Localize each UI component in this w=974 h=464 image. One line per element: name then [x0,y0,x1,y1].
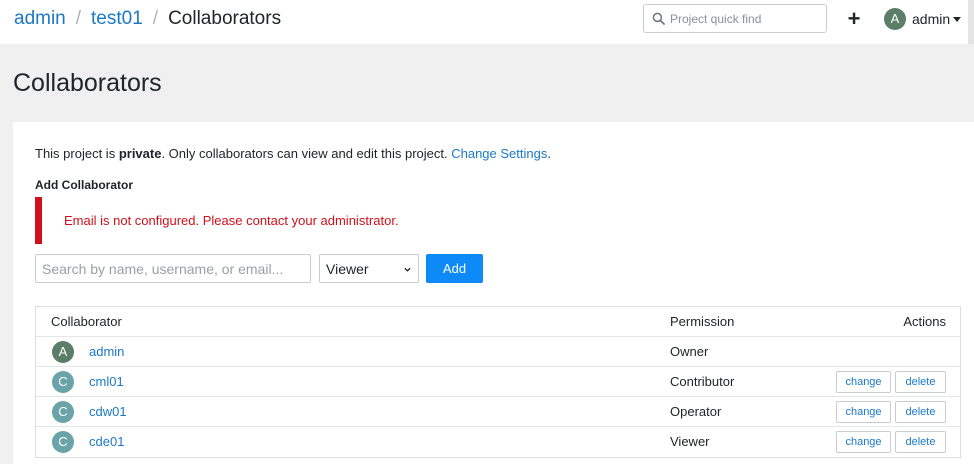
privacy-notice: This project is private. Only collaborat… [35,146,551,162]
privacy-suffix: . [547,146,551,161]
table-row: A admin Owner [36,337,960,367]
privacy-status: private [118,146,162,161]
user-menu-toggle[interactable]: A admin [884,7,962,31]
permission-value: Operator [670,404,722,419]
alert-bar [35,197,42,244]
table-header: Collaborator Permission Actions [36,307,960,337]
table-row: C cml01 Contributor change delete [36,367,960,397]
search-icon [652,12,665,25]
add-collaborator-heading: Add Collaborator [35,178,133,192]
quick-find-input[interactable] [670,8,820,29]
delete-button[interactable]: delete [895,431,946,453]
avatar: A [884,8,906,30]
delete-button[interactable]: delete [895,371,946,393]
change-settings-link[interactable]: Change Settings [451,146,547,161]
change-button[interactable]: change [836,401,891,423]
permission-value: Viewer [670,434,710,449]
permission-value: Owner [670,344,709,359]
alert-message: Email is not configured. Please contact … [64,213,399,228]
privacy-middle: . Only collaborators can view and edit t… [161,146,452,161]
collaborator-link[interactable]: cdw01 [89,404,127,420]
page-title: Collaborators [13,69,162,97]
privacy-prefix: This project is [35,146,119,161]
permission-value: Contributor [670,374,735,389]
change-button[interactable]: change [836,371,891,393]
collaborator-link[interactable]: admin [89,344,124,360]
breadcrumb-current: Collaborators [168,8,282,29]
email-not-configured-alert: Email is not configured. Please contact … [35,197,635,244]
delete-button[interactable]: delete [895,401,946,423]
change-button[interactable]: change [836,431,891,453]
column-header-permission: Permission [670,314,735,329]
collaborators-table: Collaborator Permission Actions A admin … [35,306,961,458]
avatar: C [52,401,74,423]
permission-select-value: Viewer [326,261,369,277]
scrollbar[interactable] [968,0,974,44]
table-row: C cdw01 Operator change delete [36,397,960,427]
column-header-actions: Actions [903,314,946,329]
table-row: C cde01 Viewer change delete [36,427,960,457]
chevron-down-icon [404,267,411,272]
avatar: C [52,371,74,393]
add-new-button[interactable]: + [844,8,864,30]
breadcrumb-separator: / [75,8,82,29]
user-name: admin [912,11,951,27]
top-navbar: admin / test01 / Collaborators + A admin [0,0,974,44]
collaborators-card: This project is private. Only collaborat… [13,122,974,464]
avatar: A [52,341,74,363]
collaborator-search-input[interactable] [35,254,311,283]
collaborator-link[interactable]: cde01 [89,434,124,450]
breadcrumb: admin / test01 / Collaborators [14,6,281,32]
breadcrumb-separator: / [152,8,159,29]
plus-icon: + [847,6,861,31]
permission-select[interactable]: Viewer [319,254,419,283]
add-button[interactable]: Add [426,254,483,283]
caret-down-icon [953,16,962,22]
project-quick-find[interactable] [643,4,827,33]
avatar: C [52,431,74,453]
breadcrumb-link-user[interactable]: admin [14,8,66,29]
collaborator-link[interactable]: cml01 [89,374,124,390]
column-header-collaborator: Collaborator [51,314,122,329]
breadcrumb-link-project[interactable]: test01 [91,8,143,29]
